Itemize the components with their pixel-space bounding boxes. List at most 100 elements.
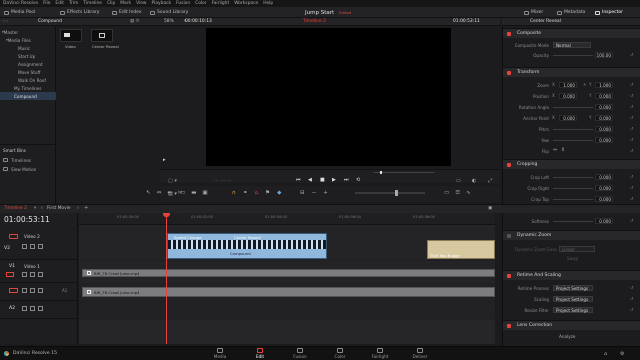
audio-waveform-icon[interactable]: ∿ [466, 190, 471, 196]
reverse-icon[interactable]: ◀ [308, 177, 312, 183]
add-tab-icon[interactable]: + [84, 205, 88, 211]
close-tab-icon[interactable]: × [76, 206, 80, 211]
bin-my-timelines[interactable]: My Timelines [0, 84, 56, 92]
volume-icon[interactable]: ◐ [472, 178, 476, 184]
overwrite-icon[interactable]: ▬ [191, 190, 196, 196]
rotation-slider[interactable] [553, 107, 593, 108]
section-toggle-icon[interactable] [507, 32, 511, 36]
timeline-dropdown-icon[interactable]: ▾ [34, 206, 36, 211]
zoom-out-icon[interactable]: − [312, 190, 317, 196]
timeline-area[interactable]: 01:00:50:00 01:00:52:00 01:00:54:00 01:0… [79, 213, 495, 344]
anchor-x-field[interactable]: 0.000 [559, 115, 577, 121]
lock-icon[interactable] [22, 306, 27, 311]
menu-item-trim[interactable]: Trim [69, 1, 78, 6]
reset-icon[interactable]: ↺ [630, 218, 633, 223]
loop-icon[interactable]: ⟲ [356, 177, 360, 183]
reset-icon[interactable]: ↺ [630, 82, 633, 87]
page-deliver[interactable]: Deliver [400, 348, 440, 359]
reset-icon[interactable]: ↺ [630, 52, 633, 57]
menu-item-timeline[interactable]: Timeline [83, 1, 102, 6]
reset-icon[interactable]: ↺ [630, 285, 633, 290]
pitch-field[interactable]: 0.000 [595, 126, 613, 132]
menu-item-app[interactable]: DaVinci Resolve [3, 1, 38, 6]
section-composite[interactable]: Composite [503, 28, 640, 38]
page-color[interactable]: Color [320, 348, 360, 359]
last-frame-icon[interactable]: ⏭ [344, 177, 349, 183]
composite-mode-dropdown[interactable]: Normal [553, 42, 591, 48]
reset-icon[interactable]: ↺ [630, 115, 633, 120]
bin-music[interactable]: Music [0, 44, 56, 52]
menu-item-clip[interactable]: Clip [107, 1, 115, 6]
snapping-icon[interactable]: ∩ [232, 190, 236, 196]
menu-item-edit[interactable]: Edit [55, 1, 64, 6]
section-toggle-icon[interactable] [507, 234, 511, 238]
menu-item-view[interactable]: View [136, 1, 146, 6]
section-cropping[interactable]: Cropping [503, 159, 640, 169]
track-target-icon[interactable] [9, 234, 18, 239]
jog-bar[interactable] [374, 172, 434, 173]
dynamic-trim-icon[interactable]: ⇹ [167, 190, 172, 196]
match-frame-icons[interactable]: ⋯ ⋯ ⋯ [214, 178, 232, 184]
replace-icon[interactable]: ▣ [202, 190, 207, 196]
zoom-slider-handle[interactable] [395, 190, 398, 196]
crop-right-field[interactable]: 0.000 [595, 185, 613, 191]
inspector-button[interactable]: Inspector [595, 9, 623, 16]
solo-icon[interactable] [30, 288, 35, 293]
yaw-slider[interactable] [553, 140, 593, 141]
menu-item-fusion[interactable]: Fusion [176, 1, 190, 6]
reset-icon[interactable]: ↺ [630, 196, 633, 201]
bin-assignment[interactable]: Assignment [0, 60, 56, 68]
rotation-field[interactable]: 0.000 [595, 104, 613, 110]
viewer-timeline-name[interactable]: Timeline 2 [303, 19, 326, 24]
anchor-y-field[interactable]: 0.000 [595, 115, 613, 121]
pitch-slider[interactable] [553, 129, 593, 130]
crop-left-field[interactable]: 0.000 [595, 174, 613, 180]
bin-name-tab[interactable]: First Movie [47, 206, 71, 211]
section-toggle-icon[interactable] [507, 324, 511, 328]
yaw-field[interactable]: 0.000 [595, 137, 613, 143]
lock-icon[interactable] [22, 288, 27, 293]
home-icon[interactable]: ⌂ [604, 351, 607, 357]
viewer-options-icon[interactable]: ▢ ▾ [168, 178, 177, 184]
flip-horizontal-icon[interactable]: ⇔ [553, 147, 557, 153]
reset-icon[interactable]: ↺ [630, 307, 633, 312]
link-icon[interactable]: ⚭ [583, 82, 586, 87]
lock-icon[interactable] [22, 272, 27, 277]
position-y-field[interactable]: 0.000 [595, 93, 613, 99]
zoom-level[interactable]: 58% [164, 19, 174, 24]
flag-icon[interactable]: ⚑ [265, 190, 270, 196]
reset-icon[interactable]: ↺ [630, 126, 633, 131]
bin-compound[interactable]: Compound [0, 92, 56, 100]
crop-left-slider[interactable] [553, 177, 593, 178]
zoom-in-icon[interactable]: + [323, 190, 328, 196]
page-media[interactable]: Media [200, 348, 240, 359]
smart-bin-timelines[interactable]: Timelines [0, 156, 56, 164]
smart-bin-slow-motion[interactable]: Slow Motion [0, 165, 56, 173]
dynamic-zoom-ease-dropdown[interactable]: Linear [559, 246, 595, 252]
section-lens-correction[interactable]: Lens Correction [503, 320, 640, 330]
menu-item-file[interactable]: File [43, 1, 50, 6]
menu-item-workspace[interactable]: Workspace [234, 1, 258, 6]
analyze-button[interactable]: Analyze [559, 334, 576, 339]
first-frame-icon[interactable]: ⏮ [296, 177, 301, 183]
link-icon[interactable]: ⚭ [243, 190, 248, 196]
reset-icon[interactable]: ↺ [630, 93, 633, 98]
section-toggle-icon[interactable] [507, 71, 511, 75]
timeline-name-tab[interactable]: Timeline 2 [4, 206, 27, 211]
reset-icon[interactable]: ↺ [630, 174, 633, 179]
marker-icon[interactable]: ◆ [277, 190, 281, 196]
insert-icon[interactable]: ▭ [180, 190, 185, 196]
crop-top-slider[interactable] [553, 199, 593, 200]
flip-vertical-icon[interactable]: ⇕ [561, 147, 565, 153]
zoom-x-field[interactable]: 1.000 [559, 82, 577, 88]
crop-top-field[interactable]: 0.000 [595, 196, 613, 202]
pointer-icon[interactable]: ↖ [146, 190, 151, 196]
zoom-slider[interactable] [355, 192, 425, 194]
track-height-icon[interactable]: ☰ [455, 190, 460, 196]
close-tab-icon[interactable]: × [40, 206, 44, 211]
position-x-field[interactable]: 0.000 [559, 93, 577, 99]
stop-icon[interactable]: ■ [320, 177, 325, 183]
track-visibility-icon[interactable] [38, 272, 43, 277]
section-retime-scaling[interactable]: Retime And Scaling [503, 270, 640, 280]
scaling-dropdown[interactable]: Project Settings [553, 296, 593, 302]
